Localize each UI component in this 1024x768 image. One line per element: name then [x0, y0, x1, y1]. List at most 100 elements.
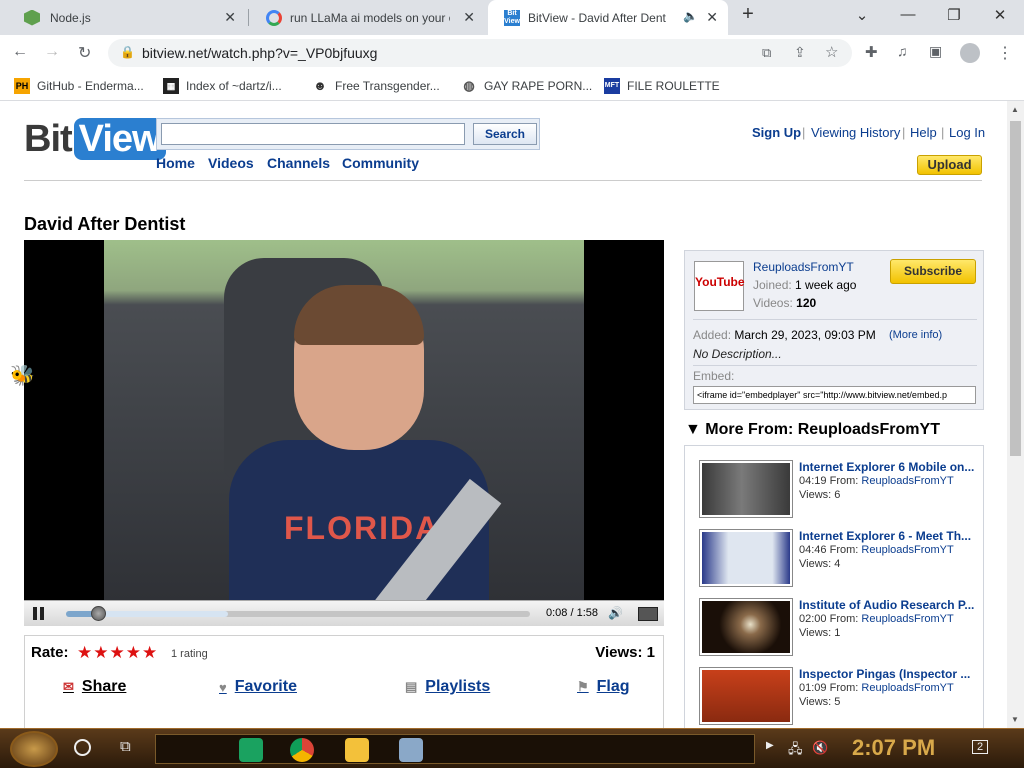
tab-google[interactable]: run LLaMa ai models on your o ✕ [250, 0, 485, 35]
list-item[interactable]: Institute of Audio Research P... 02:00 F… [699, 598, 979, 656]
bookmark-github[interactable]: PH GitHub - Enderma... [14, 78, 144, 94]
search-circle-icon[interactable] [74, 739, 91, 756]
share-icon: ✉ [63, 679, 74, 694]
video-thumbnail[interactable] [699, 598, 793, 656]
lock-icon[interactable]: 🔒 [120, 45, 135, 59]
viewing-history-link[interactable]: Viewing History [811, 125, 900, 140]
share-icon[interactable]: ⇪ [794, 44, 806, 61]
tray-overflow-icon[interactable]: ▶ [766, 740, 774, 751]
bookmark-globe[interactable]: ◍ GAY RAPE PORN... [461, 78, 592, 94]
volume-muted-icon[interactable]: 🔇 [812, 740, 828, 756]
page-scrollbar[interactable]: ▲ ▼ [1007, 101, 1024, 728]
playlists-button[interactable]: ▤ Playlists [405, 678, 490, 696]
playlist-icon: ▤ [405, 679, 418, 694]
pause-icon[interactable] [32, 607, 45, 620]
start-button[interactable] [10, 731, 58, 767]
notification-icon[interactable]: 2 [972, 740, 989, 754]
cast-blocked-icon[interactable]: ⧉ [762, 45, 771, 61]
list-item-title[interactable]: Internet Explorer 6 - Meet Th... [799, 529, 979, 543]
channel-avatar[interactable]: YouTube [694, 261, 745, 311]
minimize-button[interactable]: — [898, 6, 918, 23]
sheets-icon[interactable] [239, 738, 263, 762]
share-button[interactable]: ✉ Share [63, 678, 126, 696]
upload-button[interactable]: Upload [917, 155, 982, 175]
close-window-button[interactable]: ✕ [990, 6, 1010, 24]
scroll-up-icon[interactable]: ▲ [1011, 105, 1019, 114]
folder-icon[interactable] [345, 738, 369, 762]
channel-link[interactable]: ReuploadsFromYT [861, 475, 953, 487]
video-thumbnail[interactable] [699, 529, 793, 587]
clock[interactable]: 2:07 PM [852, 735, 935, 761]
reload-icon[interactable]: ↻ [78, 43, 91, 63]
network-icon[interactable]: 🖧 [788, 740, 803, 762]
player-controls: 0:08 / 1:58 🔊 [24, 600, 664, 626]
thumbnail-image [702, 601, 790, 653]
list-item-title[interactable]: Institute of Audio Research P... [799, 598, 979, 612]
more-info-link[interactable]: (More info) [889, 329, 942, 341]
media-control-icon[interactable]: ♫ [897, 43, 908, 59]
list-item-title[interactable]: Internet Explorer 6 Mobile on... [799, 460, 979, 474]
video-player[interactable]: FLORIDA [24, 240, 664, 600]
search-button[interactable]: Search [473, 123, 537, 145]
restore-button[interactable]: ❐ [944, 6, 964, 24]
list-item[interactable]: Internet Explorer 6 Mobile on... 04:19 F… [699, 460, 979, 518]
channel-link[interactable]: ReuploadsFromYT [861, 682, 953, 694]
bitview-logo[interactable]: Bit View [24, 118, 166, 161]
help-link[interactable]: Help [910, 125, 937, 140]
fullscreen-icon[interactable] [638, 607, 658, 621]
search-input[interactable] [161, 123, 465, 145]
back-icon[interactable]: ← [12, 43, 28, 61]
bookmark-file-roulette[interactable]: MFT FILE ROULETTE [604, 78, 720, 94]
chrome-icon[interactable] [290, 738, 314, 762]
volume-icon[interactable]: 🔊 [608, 606, 623, 620]
task-view-icon[interactable]: ⧉ [120, 738, 131, 755]
star-rating[interactable]: ★★★★★ [77, 643, 158, 663]
seek-handle[interactable] [91, 606, 107, 621]
list-item[interactable]: Inspector Pingas (Inspector ... 01:09 Fr… [699, 667, 979, 725]
speaker-icon[interactable]: 🔈 [683, 9, 698, 23]
list-item-title[interactable]: Inspector Pingas (Inspector ... [799, 667, 979, 681]
sign-up-link[interactable]: Sign Up [752, 125, 801, 140]
control-panel-icon[interactable] [399, 738, 423, 762]
channel-link[interactable]: ReuploadsFromYT [861, 544, 953, 556]
extensions-icon[interactable]: ✚ [865, 43, 878, 61]
channel-link[interactable]: ReuploadsFromYT [861, 613, 953, 625]
close-tab-icon[interactable]: ✕ [706, 9, 718, 26]
channel-name[interactable]: ReuploadsFromYT [753, 260, 854, 274]
tab-search-icon[interactable]: ⌄ [852, 6, 872, 24]
list-item-views: Views: 1 [799, 627, 841, 639]
added-value: March 29, 2023, 09:03 PM [734, 328, 876, 342]
star-icon[interactable]: ☆ [825, 43, 838, 61]
nav-channels[interactable]: Channels [267, 155, 330, 171]
video-frame[interactable]: FLORIDA [104, 240, 584, 600]
more-from-heading[interactable]: ▼ More From: ReuploadsFromYT [685, 421, 940, 439]
new-tab-button[interactable]: + [738, 3, 758, 26]
url-text[interactable]: bitview.net/watch.php?v=_VP0bjfuuxg [142, 45, 377, 61]
video-thumbnail[interactable] [699, 460, 793, 518]
nav-videos[interactable]: Videos [208, 155, 254, 171]
bookmark-index-dartz[interactable]: ▦ Index of ~dartz/i... [163, 78, 282, 94]
close-tab-icon[interactable]: ✕ [463, 9, 475, 26]
scrollbar-thumb[interactable] [1010, 121, 1021, 456]
log-in-link[interactable]: Log In [949, 125, 985, 140]
bookmark-free-transgender[interactable]: ☻ Free Transgender... [312, 78, 440, 94]
subscribe-button[interactable]: Subscribe [890, 259, 976, 284]
nav-community[interactable]: Community [342, 155, 419, 171]
bitview-icon: Bit View [504, 9, 520, 26]
scroll-down-icon[interactable]: ▼ [1011, 715, 1019, 724]
embed-code-field[interactable]: <iframe id="embedplayer" src="http://www… [693, 386, 976, 404]
tab-bitview[interactable]: Bit View BitView - David After Dent 🔈 ✕ [488, 0, 728, 35]
address-bar[interactable]: 🔒 bitview.net/watch.php?v=_VP0bjfuuxg ⧉ … [108, 39, 852, 67]
seek-bar[interactable] [66, 606, 530, 621]
flag-button[interactable]: ⚑ Flag [577, 678, 630, 696]
favorite-button[interactable]: ♥ Favorite [219, 678, 297, 696]
tab-nodejs[interactable]: Node.js ✕ [8, 0, 246, 35]
profile-avatar[interactable] [960, 43, 980, 63]
forward-icon[interactable]: → [44, 43, 60, 61]
close-tab-icon[interactable]: ✕ [224, 9, 236, 26]
side-panel-icon[interactable]: ▣ [929, 43, 942, 60]
nav-home[interactable]: Home [156, 155, 195, 171]
list-item[interactable]: Internet Explorer 6 - Meet Th... 04:46 F… [699, 529, 979, 587]
menu-icon[interactable]: ⋮ [997, 43, 1013, 63]
video-thumbnail[interactable] [699, 667, 793, 725]
